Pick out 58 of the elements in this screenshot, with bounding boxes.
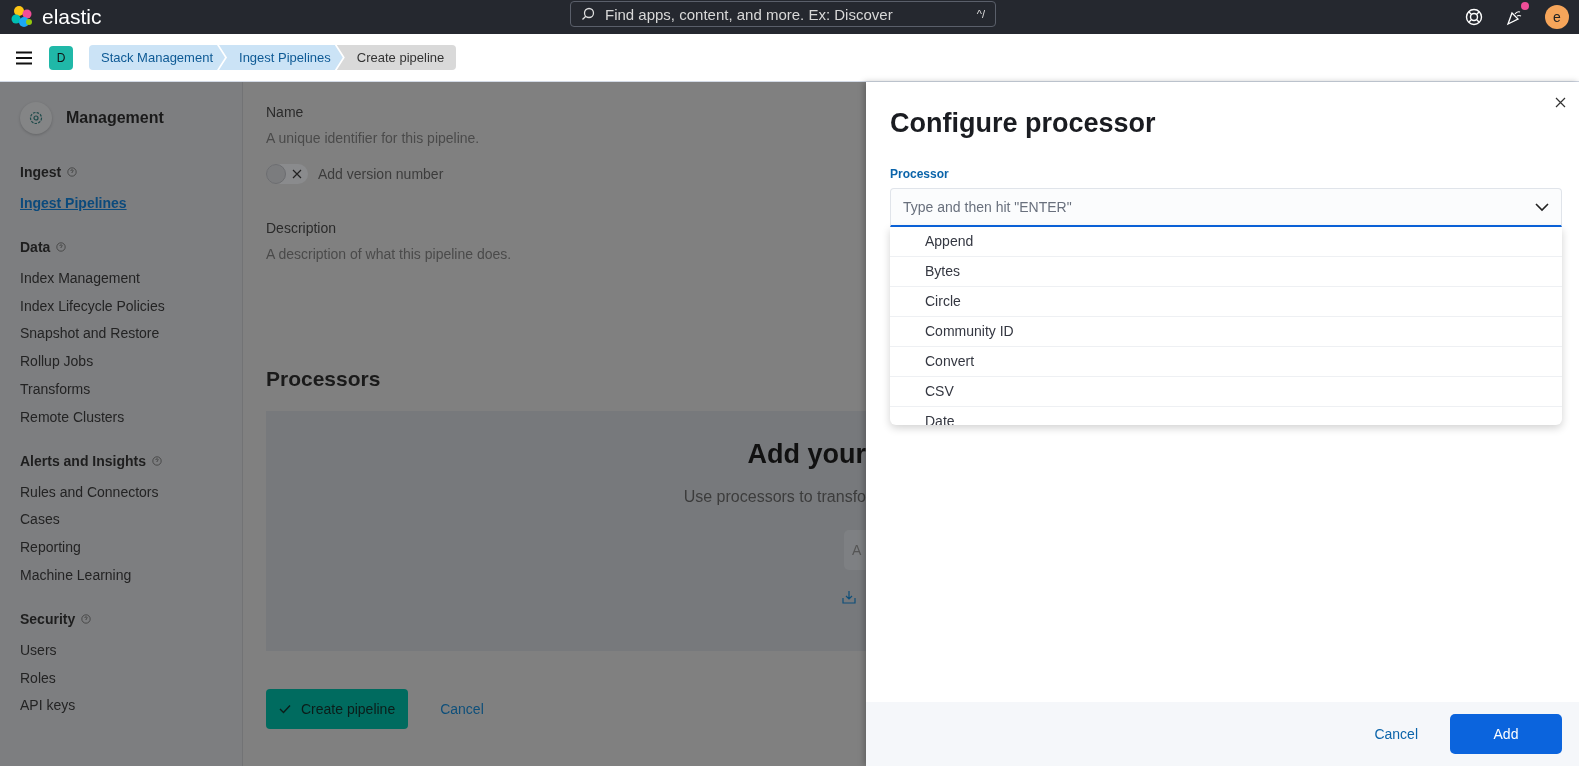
section-title: Data bbox=[20, 238, 51, 255]
user-avatar[interactable]: e bbox=[1545, 5, 1569, 29]
dropdown-option[interactable]: Circle bbox=[890, 287, 1562, 317]
elastic-logo-icon bbox=[10, 5, 34, 29]
combobox-input[interactable]: Type and then hit "ENTER" bbox=[903, 199, 1535, 215]
cross-icon bbox=[292, 169, 302, 179]
flyout-title: Configure processor bbox=[890, 108, 1157, 139]
sidebar-title: Management bbox=[66, 109, 164, 127]
cancel-link[interactable]: Cancel bbox=[1374, 726, 1418, 742]
search-field[interactable]: Find apps, content, and more. Ex: Discover ^/ bbox=[570, 1, 996, 27]
breadcrumb[interactable]: Create pipeline bbox=[336, 45, 457, 70]
search-icon bbox=[581, 7, 595, 21]
sidebar-item[interactable]: Index Lifecycle Policies bbox=[20, 292, 242, 321]
breadcrumb[interactable]: Stack Management bbox=[89, 45, 225, 70]
sidebar-item[interactable]: Index Management bbox=[20, 264, 242, 293]
sidebar-item[interactable]: Rules and Connectors bbox=[20, 478, 242, 507]
add-button[interactable]: Add bbox=[1450, 714, 1562, 754]
sidebar-item[interactable]: Transforms bbox=[20, 376, 242, 404]
sidebar-item[interactable]: Machine Learning bbox=[20, 561, 242, 590]
sidebar-item[interactable]: Users bbox=[20, 636, 242, 665]
sidebar-item[interactable]: Snapshot and Restore bbox=[20, 320, 242, 349]
sidebar-item[interactable]: Roles bbox=[20, 664, 242, 693]
processor-combobox[interactable]: Type and then hit "ENTER" bbox=[890, 188, 1562, 227]
download-icon[interactable] bbox=[842, 590, 856, 604]
section-title: Security bbox=[20, 610, 76, 627]
dropdown-option[interactable]: CSV bbox=[890, 377, 1562, 407]
section-title: Alerts and Insights bbox=[20, 452, 147, 469]
create-pipeline-button[interactable]: Create pipeline bbox=[266, 689, 409, 729]
sidebar-item[interactable]: Reporting bbox=[20, 534, 242, 562]
dropdown-option[interactable]: Bytes bbox=[890, 257, 1562, 287]
space-avatar[interactable]: D bbox=[49, 45, 73, 70]
sidebar-item[interactable]: Rollup Jobs bbox=[20, 348, 242, 376]
close-icon[interactable] bbox=[1555, 97, 1566, 108]
breadcrumb[interactable]: Ingest Pipelines bbox=[219, 45, 343, 70]
brand-name: elastic bbox=[42, 5, 102, 29]
party-popper-icon[interactable] bbox=[1505, 8, 1523, 26]
section-title: Ingest bbox=[20, 164, 62, 180]
gear-icon bbox=[20, 102, 52, 134]
dropdown-option[interactable]: Convert bbox=[890, 347, 1562, 377]
chevron-down-icon bbox=[1535, 202, 1549, 212]
cancel-link[interactable]: Cancel bbox=[440, 701, 484, 717]
sidebar-item[interactable]: Ingest Pipelines bbox=[20, 190, 242, 218]
field-label: Name bbox=[266, 104, 305, 120]
sidebar-item[interactable]: Remote Clusters bbox=[20, 403, 242, 432]
check-icon bbox=[279, 704, 291, 714]
sidebar-item[interactable]: Cases bbox=[20, 506, 242, 535]
toggle-switch[interactable] bbox=[266, 164, 308, 184]
menu-icon[interactable] bbox=[15, 50, 33, 65]
dropdown-option[interactable]: Append bbox=[890, 227, 1562, 257]
empty-state-text: Use processors to transfo bbox=[683, 488, 866, 506]
field-label: Processor bbox=[890, 167, 950, 181]
section-heading: Processors bbox=[266, 367, 382, 391]
shortcut-hint: ^/ bbox=[976, 8, 985, 20]
toggle-label: Add version number bbox=[318, 166, 444, 182]
empty-state-title: Add your bbox=[747, 439, 866, 470]
dropdown-option[interactable]: Community ID bbox=[890, 317, 1562, 347]
field-label: Description bbox=[266, 220, 338, 236]
sidebar-item[interactable]: API keys bbox=[20, 692, 242, 721]
